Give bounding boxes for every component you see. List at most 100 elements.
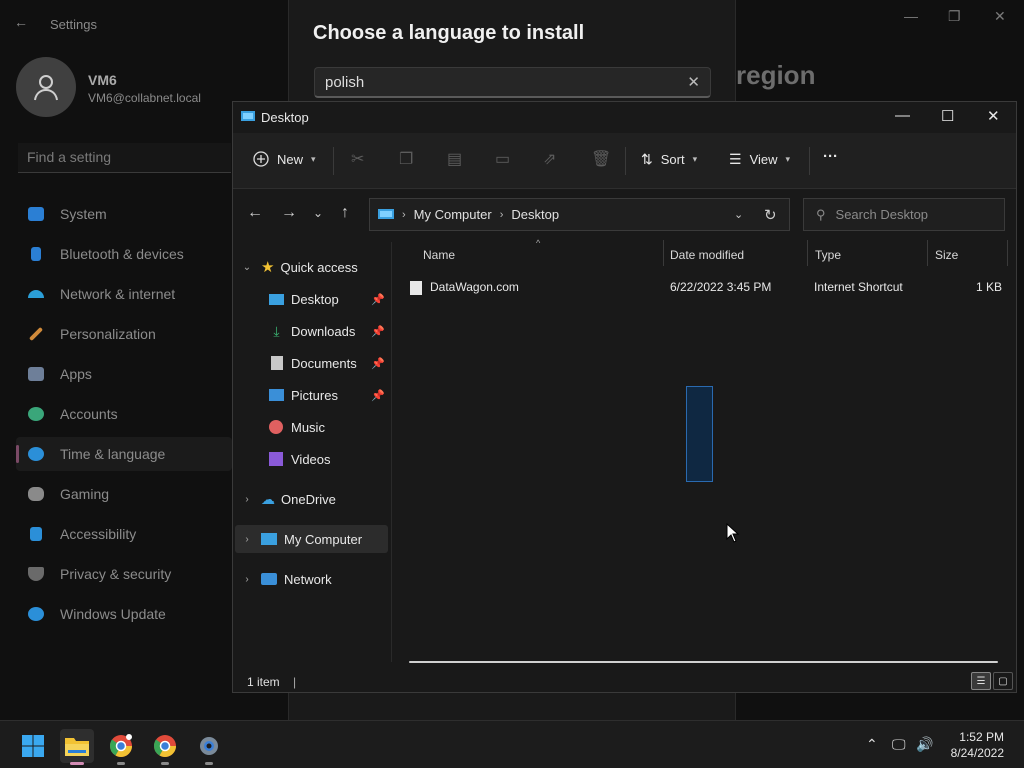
settings-nav-bluetooth[interactable]: Bluetooth & devices xyxy=(28,244,184,264)
back-arrow-icon[interactable]: ← xyxy=(14,14,28,30)
column-header-type[interactable]: Type xyxy=(815,248,841,262)
view-icon: ☰ xyxy=(729,151,742,167)
network-status-icon[interactable]: 🖵 xyxy=(892,736,906,753)
sort-button[interactable]: ⇅ Sort ▾ xyxy=(641,151,697,168)
tree-item-desktop[interactable]: Desktop 📌 xyxy=(269,285,389,313)
settings-nav-accounts[interactable]: Accounts xyxy=(28,404,118,424)
settings-nav-gaming[interactable]: Gaming xyxy=(28,484,109,504)
column-divider[interactable] xyxy=(1007,240,1008,266)
pin-icon[interactable]: 📌 xyxy=(371,293,385,306)
clock[interactable]: 1:52 PM 8/24/2022 xyxy=(940,729,1004,761)
rename-icon[interactable]: ▭ xyxy=(495,149,510,169)
column-divider[interactable] xyxy=(807,240,808,266)
column-header-size[interactable]: Size xyxy=(935,248,958,262)
nav-label: Privacy & security xyxy=(60,566,172,582)
avatar[interactable] xyxy=(16,57,76,117)
column-header-date[interactable]: Date modified xyxy=(670,248,744,262)
pin-icon[interactable]: 📌 xyxy=(371,357,385,370)
cut-icon[interactable]: ✂ xyxy=(351,149,364,169)
tree-item-music[interactable]: Music xyxy=(269,413,389,441)
paste-icon[interactable]: ▤ xyxy=(447,149,462,169)
tree-my-computer[interactable]: › My Computer xyxy=(235,525,388,553)
chevron-down-icon: ▾ xyxy=(785,154,791,164)
copy-icon[interactable]: ❐ xyxy=(399,149,413,169)
address-bar[interactable]: › My Computer › Desktop ⌄ ↻ xyxy=(369,198,790,231)
horizontal-scrollbar[interactable] xyxy=(409,661,998,663)
chrome-app[interactable] xyxy=(148,729,182,765)
minimize-icon[interactable]: — xyxy=(895,107,910,124)
tree-item-videos[interactable]: Videos xyxy=(269,445,389,473)
window-title: Desktop xyxy=(261,110,309,125)
tree-onedrive[interactable]: › ☁ OneDrive xyxy=(239,485,395,513)
windows-logo-icon xyxy=(22,735,44,757)
tree-item-pictures[interactable]: Pictures 📌 xyxy=(269,381,389,409)
folder-icon xyxy=(65,738,89,756)
bluetooth-icon xyxy=(31,247,41,261)
view-button[interactable]: ☰ View ▾ xyxy=(729,151,790,168)
settings-nav-personalization[interactable]: Personalization xyxy=(28,324,156,344)
back-arrow-icon[interactable]: ← xyxy=(247,204,263,222)
details-view-icon[interactable]: ☰ xyxy=(971,672,991,690)
up-arrow-icon[interactable]: ↑ xyxy=(341,204,349,222)
delete-icon[interactable]: 🗑 xyxy=(591,149,611,169)
recent-locations-icon[interactable]: ⌄ xyxy=(313,206,323,220)
search-box[interactable]: ⚲ Search Desktop xyxy=(803,198,1005,231)
settings-nav-apps[interactable]: Apps xyxy=(28,364,92,384)
settings-nav-system[interactable]: System xyxy=(28,204,107,224)
language-search-input[interactable]: polish ✕ xyxy=(314,67,711,98)
chevron-right-icon[interactable]: › xyxy=(239,534,255,545)
settings-app[interactable] xyxy=(192,729,226,765)
breadcrumb-my-computer[interactable]: My Computer xyxy=(414,207,492,222)
clear-icon[interactable]: ✕ xyxy=(687,73,700,91)
settings-nav-time-language[interactable]: Time & language xyxy=(28,444,165,464)
tree-item-downloads[interactable]: ⤓ Downloads 📌 xyxy=(269,317,389,345)
column-divider[interactable] xyxy=(927,240,928,266)
close-icon[interactable]: ✕ xyxy=(987,107,1000,125)
update-icon xyxy=(28,607,44,621)
divider xyxy=(333,147,334,175)
tree-quick-access[interactable]: ⌄ ★ Quick access xyxy=(239,253,395,281)
refresh-icon[interactable]: ↻ xyxy=(764,206,777,224)
pin-icon[interactable]: 📌 xyxy=(371,389,385,402)
pin-icon[interactable]: 📌 xyxy=(371,325,385,338)
chevron-down-icon[interactable]: ⌄ xyxy=(239,262,255,273)
share-icon[interactable]: ⇗ xyxy=(543,149,556,169)
file-row[interactable]: DataWagon.com 6/22/2022 3:45 PM Internet… xyxy=(408,278,1008,300)
navigation-row: ← → ⌄ ↑ › My Computer › Desktop ⌄ ↻ ⚲ Se… xyxy=(233,190,1016,240)
chrome-profile-app[interactable] xyxy=(104,729,138,765)
find-setting-input[interactable]: Find a setting xyxy=(18,143,231,173)
close-icon[interactable]: ✕ xyxy=(994,8,1006,25)
nav-label: Network & internet xyxy=(60,286,176,302)
nav-label: Personalization xyxy=(60,326,156,342)
nav-label: Bluetooth & devices xyxy=(60,246,184,262)
new-button[interactable]: New ▾ xyxy=(253,151,316,167)
more-options-button[interactable]: ··· xyxy=(823,148,838,165)
chevron-right-icon[interactable]: › xyxy=(239,574,255,585)
start-button[interactable] xyxy=(16,729,50,763)
running-indicator xyxy=(205,762,213,765)
show-hidden-icons-icon[interactable]: ⌃ xyxy=(866,736,878,753)
navigation-pane: ⌄ ★ Quick access Desktop 📌 ⤓ Downloads 📌… xyxy=(233,242,391,662)
chevron-down-icon[interactable]: ⌄ xyxy=(734,208,743,221)
chevron-right-icon[interactable]: › xyxy=(239,494,255,505)
maximize-icon[interactable]: ☐ xyxy=(941,107,954,125)
breadcrumb-separator-icon: › xyxy=(499,208,504,221)
tree-item-documents[interactable]: Documents 📌 xyxy=(269,349,389,377)
restore-icon[interactable]: ❐ xyxy=(948,8,961,25)
tree-network[interactable]: › Network xyxy=(239,565,395,593)
settings-nav-network[interactable]: Network & internet xyxy=(28,284,175,304)
file-explorer-app[interactable] xyxy=(60,729,94,765)
settings-nav-windows-update[interactable]: Windows Update xyxy=(28,604,166,624)
desktop-icon xyxy=(241,111,255,121)
forward-arrow-icon[interactable]: → xyxy=(281,204,297,222)
settings-nav-accessibility[interactable]: Accessibility xyxy=(28,524,136,544)
tiles-view-icon[interactable]: ▢ xyxy=(993,672,1013,690)
column-header-name[interactable]: Name xyxy=(423,248,455,262)
volume-icon[interactable]: 🔊 xyxy=(916,736,933,753)
minimize-icon[interactable]: — xyxy=(904,8,918,24)
active-indicator xyxy=(70,762,84,765)
active-nav-indicator xyxy=(16,445,19,463)
breadcrumb-desktop[interactable]: Desktop xyxy=(511,207,559,222)
column-divider[interactable] xyxy=(663,240,664,266)
settings-nav-privacy[interactable]: Privacy & security xyxy=(28,564,171,584)
